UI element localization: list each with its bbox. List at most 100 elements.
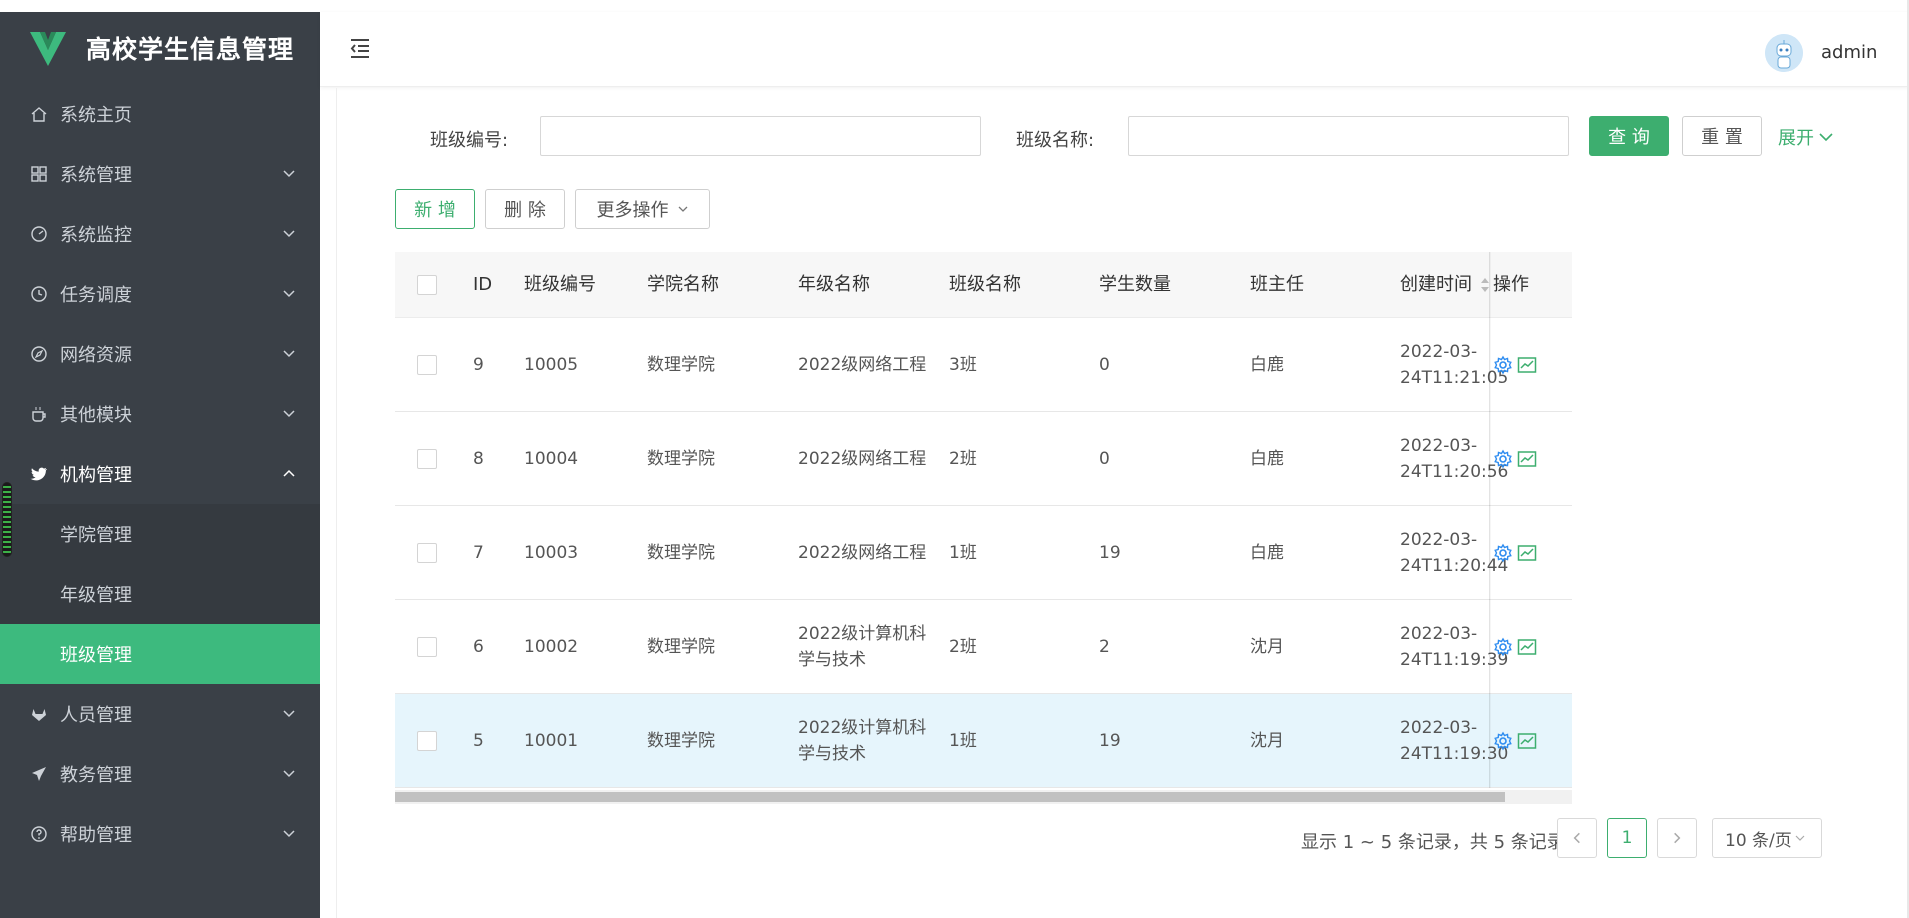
sidebar-item[interactable]: 网络资源 [0, 324, 320, 384]
cell-text: 2022-03- [1400, 623, 1478, 644]
table-row[interactable]: 6 10002 数理学院 2022级计算机科学与技术 2班 2 沈月 2022-03- 24T1… [395, 600, 1572, 694]
line-chart-icon[interactable] [1517, 543, 1537, 563]
cell-class-no: 10004 [524, 412, 578, 505]
cell-text: 19 [1099, 542, 1121, 563]
cell-actions [1493, 412, 1541, 505]
chevron-down-icon [283, 770, 295, 778]
column-header-label: 操作 [1493, 273, 1529, 295]
cell-text: 9 [473, 354, 484, 375]
expand-label: 展开 [1778, 128, 1814, 149]
cell-text: 7 [473, 542, 484, 563]
sidebar-subitem[interactable]: 年级管理 [0, 564, 320, 624]
column-header-label: 班主任 [1250, 273, 1304, 295]
row-checkbox[interactable] [417, 448, 437, 469]
chevron-down-icon [283, 710, 295, 718]
cell-text: 数理学院 [647, 354, 715, 375]
grid-icon [30, 165, 48, 183]
cell-text: 19 [1099, 730, 1121, 751]
brand: 高校学生信息管理 [0, 12, 320, 84]
table-hscroll-thumb[interactable] [395, 792, 1505, 802]
twitter-icon [30, 465, 48, 483]
table-row[interactable]: 8 10004 数理学院 2022级网络工程 2班 0 白鹿 2022-03- 24T11:20… [395, 412, 1572, 506]
column-header[interactable]: 创建时间 [1400, 252, 1490, 317]
cell-teacher: 沈月 [1250, 694, 1284, 787]
dashboard-icon [30, 225, 48, 243]
delete-button[interactable]: 删 除 [485, 189, 565, 229]
cell-actions [1493, 694, 1541, 787]
line-chart-icon[interactable] [1517, 449, 1537, 469]
page-button-current[interactable]: 1 [1607, 818, 1647, 858]
sidebar-item[interactable]: 任务调度 [0, 264, 320, 324]
send-icon [30, 765, 48, 783]
sidebar-item[interactable]: 其他模块 [0, 384, 320, 444]
search-form: 班级编号: 班级名称: 查 询 重 置 展开 [337, 116, 1909, 158]
cell-text: 0 [1099, 354, 1110, 375]
column-header: 学生数量 [1099, 252, 1171, 317]
table-row[interactable]: 5 10001 数理学院 2022级计算机科学与技术 1班 19 沈月 2022-03- 24T… [395, 694, 1572, 788]
cell-class-name: 2班 [949, 412, 977, 505]
cell-grade: 2022级计算机科学与技术 [798, 694, 938, 787]
cell-class-no: 10002 [524, 600, 578, 693]
sidebar-item[interactable]: 人员管理 [0, 684, 320, 744]
sidebar-item[interactable]: 机构管理 [0, 444, 320, 504]
gear-icon[interactable] [1493, 355, 1513, 375]
sidebar-item[interactable]: 教务管理 [0, 744, 320, 804]
row-checkbox[interactable] [417, 730, 437, 751]
sidebar-item[interactable]: 系统管理 [0, 144, 320, 204]
cell-class-no: 10005 [524, 318, 578, 411]
table-hscrollbar[interactable] [395, 790, 1572, 804]
gear-icon[interactable] [1493, 731, 1513, 751]
cell-text: 1班 [949, 542, 977, 563]
column-header-label: 年级名称 [798, 273, 870, 295]
column-header: 操作 [1493, 252, 1529, 317]
sidebar-item-label: 教务管理 [60, 765, 132, 786]
sidebar-scrollbar[interactable] [2, 482, 12, 557]
line-chart-icon[interactable] [1517, 355, 1537, 375]
line-chart-icon[interactable] [1517, 731, 1537, 751]
row-checkbox[interactable] [417, 354, 437, 375]
cell-students: 0 [1099, 318, 1110, 411]
column-header: 学院名称 [647, 252, 719, 317]
cell-text: 数理学院 [647, 730, 715, 751]
cell-text: 2022级网络工程 [798, 448, 927, 469]
cell-text: 2022级计算机科学与技术 [798, 623, 927, 670]
sidebar-item[interactable]: 系统主页 [0, 84, 320, 144]
class-no-input[interactable] [540, 116, 981, 156]
gear-icon[interactable] [1493, 543, 1513, 563]
sidebar-item[interactable]: 帮助管理 [0, 804, 320, 864]
cell-students: 0 [1099, 412, 1110, 505]
cell-teacher: 沈月 [1250, 600, 1284, 693]
class-name-input[interactable] [1128, 116, 1569, 156]
cell-text: 10005 [524, 354, 579, 375]
gear-icon[interactable] [1493, 449, 1513, 469]
chevron-down-icon [1795, 835, 1805, 841]
avatar[interactable] [1765, 34, 1803, 72]
select-all-checkbox[interactable] [417, 274, 437, 295]
query-button[interactable]: 查 询 [1589, 116, 1669, 156]
cell-text: 2 [1099, 636, 1110, 657]
cell-id: 8 [473, 412, 484, 505]
expand-toggle[interactable]: 展开 [1778, 124, 1834, 150]
line-chart-icon[interactable] [1517, 637, 1537, 657]
row-checkbox[interactable] [417, 542, 437, 563]
sidebar-subitem[interactable]: 学院管理 [0, 504, 320, 564]
sidebar-subitem[interactable]: 班级管理 [0, 624, 320, 684]
reset-button[interactable]: 重 置 [1682, 116, 1762, 156]
page-size-select[interactable]: 10 条/页 [1712, 818, 1822, 858]
add-button[interactable]: 新 增 [395, 189, 475, 229]
row-checkbox[interactable] [417, 636, 437, 657]
cell-teacher: 白鹿 [1250, 412, 1284, 505]
cell-actions [1493, 600, 1541, 693]
sidebar-item[interactable]: 系统监控 [0, 204, 320, 264]
menu-fold-icon[interactable] [348, 36, 372, 60]
table-row[interactable]: 7 10003 数理学院 2022级网络工程 1班 19 白鹿 2022-03- 24T11:2… [395, 506, 1572, 600]
username[interactable]: admin [1821, 42, 1877, 63]
gear-icon[interactable] [1493, 637, 1513, 657]
next-page-button[interactable] [1657, 818, 1697, 858]
top-header: admin [320, 12, 1909, 87]
cell-grade: 2022级计算机科学与技术 [798, 600, 938, 693]
prev-page-button[interactable] [1557, 818, 1597, 858]
more-actions-button[interactable]: 更多操作 [575, 189, 710, 229]
table-row[interactable]: 9 10005 数理学院 2022级网络工程 3班 0 白鹿 2022-03- 24T11:21… [395, 318, 1572, 412]
robot-avatar-icon [1765, 34, 1803, 72]
